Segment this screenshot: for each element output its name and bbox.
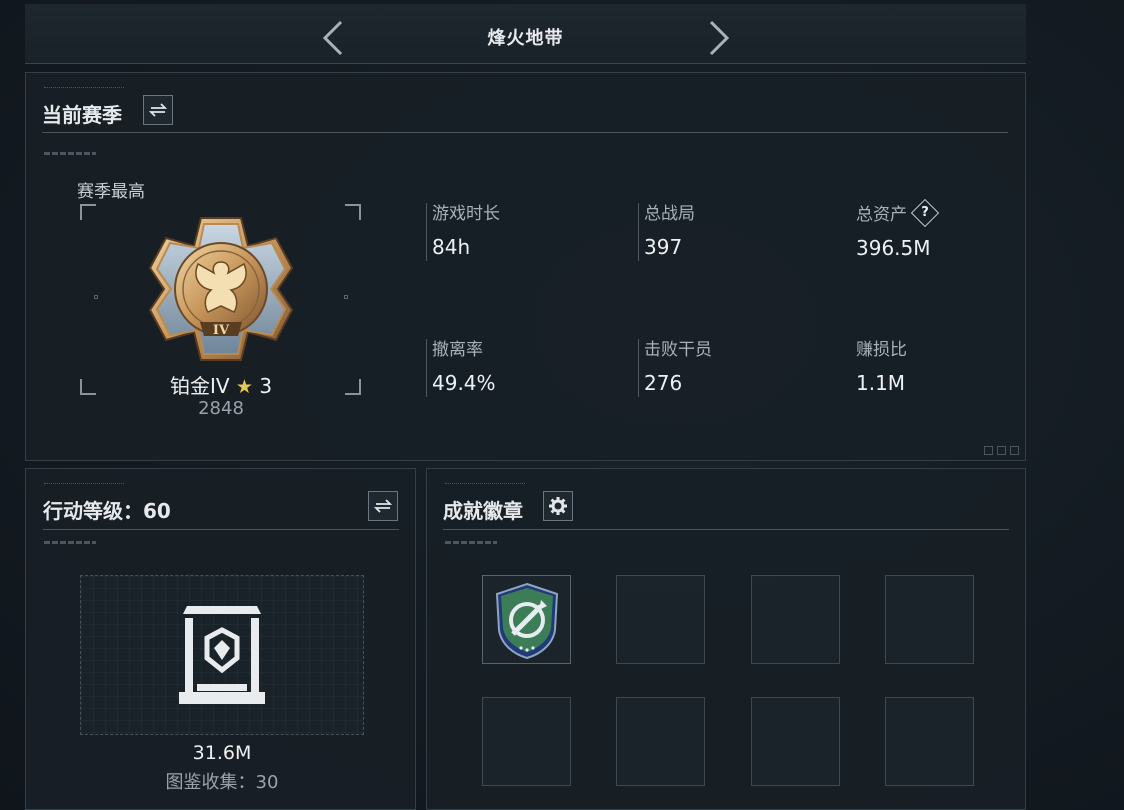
badge-slot[interactable] <box>751 697 840 786</box>
decorative-square <box>1010 446 1019 455</box>
frame-corner <box>80 379 96 395</box>
rank-score: 2848 <box>198 398 244 419</box>
collection-display[interactable] <box>80 575 364 735</box>
shield-badge-icon <box>495 582 559 660</box>
swap-icon <box>373 499 393 513</box>
frame-corner <box>345 204 361 220</box>
badge-settings-button[interactable] <box>543 491 573 521</box>
divider <box>42 132 1008 133</box>
badge-slot[interactable] <box>751 575 840 664</box>
decorative-bar <box>44 541 96 544</box>
swap-icon <box>148 103 168 117</box>
decorative-bar <box>44 152 96 155</box>
divider <box>43 529 399 530</box>
stat-total-matches: 总战局 397 <box>638 203 695 261</box>
action-level-panel: 行动等级：60 31.6M 图鉴收集：30 <box>25 468 416 810</box>
divider <box>443 529 1009 530</box>
collection-display-case-icon <box>179 606 265 704</box>
decorative-caption <box>44 87 124 91</box>
stat-profit-loss-ratio: 赚损比 1.1M <box>856 340 907 395</box>
badge-slot[interactable] <box>482 575 571 664</box>
collection-value: 31.6M <box>192 742 252 764</box>
star-icon: ★ <box>235 376 253 398</box>
frame-corner <box>345 379 361 395</box>
decorative-caption <box>445 483 525 487</box>
badge-slot[interactable] <box>885 575 974 664</box>
gear-icon <box>549 497 567 515</box>
stat-operators-defeated: 击败干员 276 <box>638 339 712 397</box>
frame-marker <box>344 295 348 299</box>
mode-header: 烽火地带 <box>25 4 1026 64</box>
level-swap-button[interactable] <box>368 491 398 521</box>
action-level-title: 行动等级：60 <box>43 499 171 523</box>
frame-corner <box>80 204 96 220</box>
season-best-label: 赛季最高 <box>77 182 145 202</box>
badge-slot[interactable] <box>616 697 705 786</box>
platinum-eagle-medal-icon: IV <box>148 217 294 361</box>
decorative-square <box>984 446 993 455</box>
badge-slot[interactable] <box>616 575 705 664</box>
decorative-caption <box>44 483 124 487</box>
question-icon[interactable]: ? <box>910 198 940 228</box>
achievement-badges-panel: 成就徽章 <box>426 468 1026 810</box>
badge-slot[interactable] <box>885 697 974 786</box>
current-season-panel: 当前赛季 赛季最高 IV 铂金IV ★ 3 2848 游戏时长 84h 总战局 … <box>25 72 1026 461</box>
rank-stars: 3 <box>259 374 273 398</box>
season-panel-title: 当前赛季 <box>42 103 122 127</box>
stat-playtime: 游戏时长 84h <box>426 203 500 261</box>
achievements-title: 成就徽章 <box>443 499 523 523</box>
chevron-right-icon[interactable] <box>705 18 731 58</box>
svg-text:IV: IV <box>213 323 230 338</box>
decorative-square <box>997 446 1006 455</box>
rank-tier: 铂金IV <box>169 374 230 398</box>
stat-total-assets: 总资产? 396.5M <box>851 198 940 261</box>
rank-name: 铂金IV ★ 3 <box>136 370 306 399</box>
stat-extraction-rate: 撤离率 49.4% <box>426 339 496 397</box>
season-swap-button[interactable] <box>143 95 173 125</box>
frame-marker <box>94 295 98 299</box>
collection-label: 图鉴收集：30 <box>165 772 279 793</box>
badge-slot[interactable] <box>482 697 571 786</box>
decorative-bar <box>445 541 497 544</box>
mode-title: 烽火地带 <box>487 28 564 49</box>
